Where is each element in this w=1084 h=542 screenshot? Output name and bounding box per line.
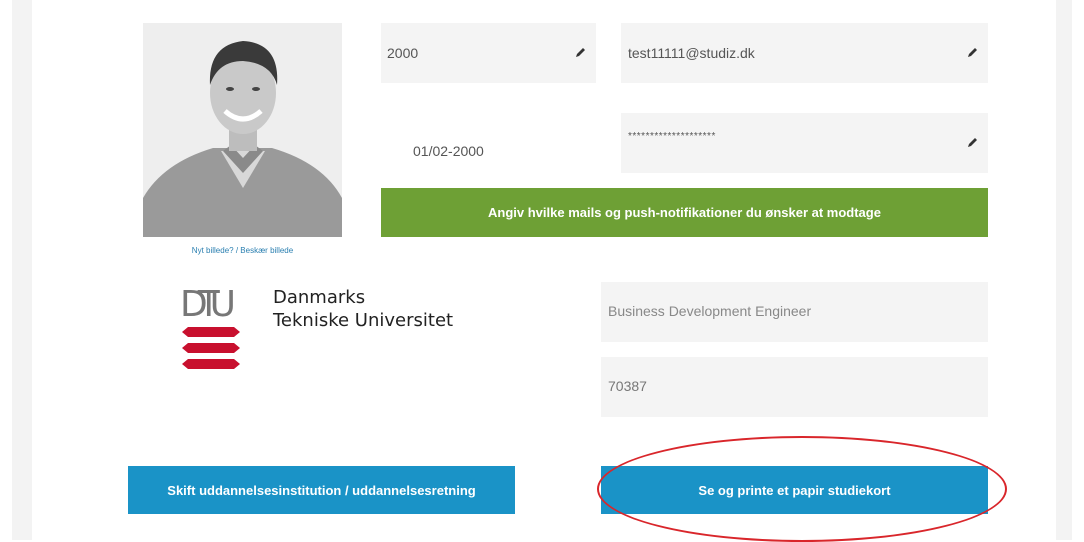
right-margin (1056, 0, 1072, 540)
student-number-value: 70387 (608, 378, 647, 394)
switch-institution-button[interactable]: Skift uddannelsesinstitution / uddannels… (128, 466, 515, 514)
institution-name: Danmarks Tekniske Universitet (273, 286, 453, 332)
crop-photo-link[interactable]: Beskær billede (240, 246, 293, 255)
institution-name-line1: Danmarks (273, 287, 366, 308)
email-value: test11111@studiz.dk (628, 45, 755, 61)
job-title-value: Business Development Engineer (608, 303, 812, 319)
password-field[interactable]: ******************** (621, 113, 988, 173)
new-photo-link[interactable]: Nyt billede? (192, 246, 234, 255)
pencil-icon[interactable] (966, 137, 978, 149)
pencil-icon[interactable] (966, 47, 978, 59)
institution-logo: DTU Danmarks Tekniske Universitet (178, 281, 488, 381)
email-field[interactable]: test11111@studiz.dk (621, 23, 988, 83)
zip-field[interactable]: 2000 (381, 23, 596, 83)
profile-photo[interactable] (143, 23, 342, 237)
job-title-field[interactable]: Business Development Engineer (601, 282, 988, 342)
notification-settings-button[interactable]: Angiv hvilke mails og push-notifikatione… (381, 188, 988, 237)
pencil-icon[interactable] (574, 47, 586, 59)
birthdate-field[interactable]: 01/02-2000 (381, 113, 596, 173)
password-value: ******************** (628, 131, 716, 142)
birthdate-value: 01/02-2000 (413, 143, 484, 159)
print-student-card-button[interactable]: Se og printe et papir studiekort (601, 466, 988, 514)
dtu-logo-icon: DTU (180, 284, 240, 369)
zip-value: 2000 (387, 45, 419, 61)
photo-links: Nyt billede? / Beskær billede (143, 246, 342, 255)
institution-name-line2: Tekniske Universitet (273, 310, 454, 331)
student-number-field[interactable]: 70387 (601, 357, 988, 417)
left-margin (12, 0, 32, 540)
dtu-letters: DTU (180, 284, 236, 325)
